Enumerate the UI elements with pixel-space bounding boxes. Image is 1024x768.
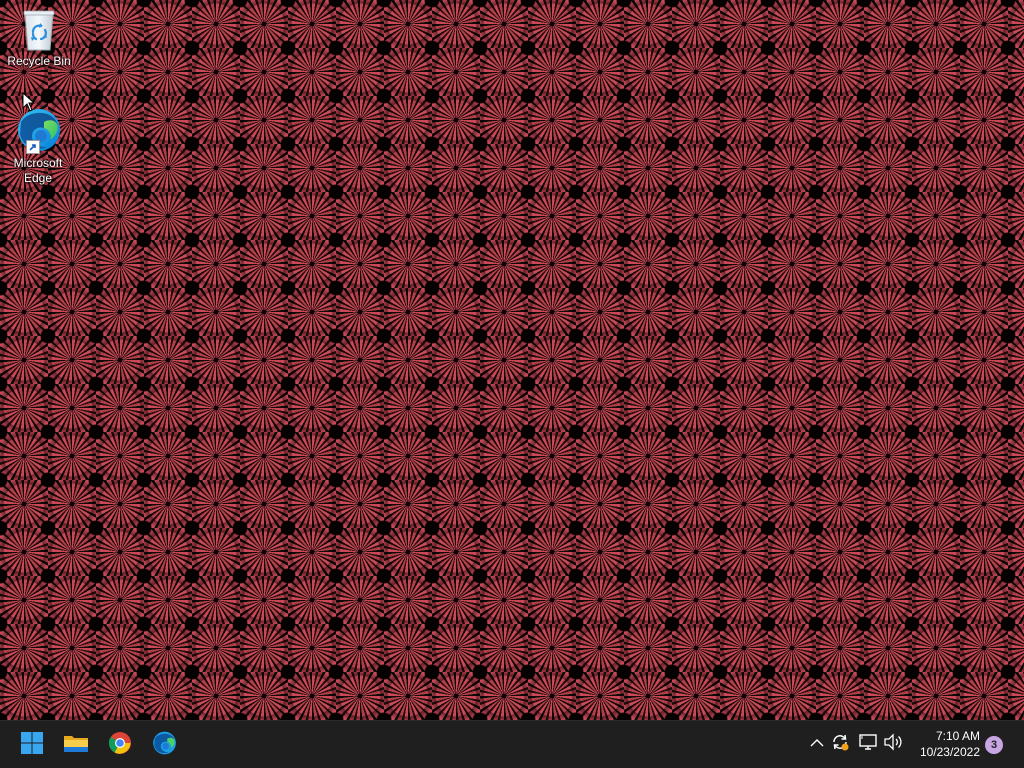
tray-volume-button[interactable] bbox=[882, 732, 904, 756]
desktop-icon-label: Recycle Bin bbox=[7, 54, 71, 68]
chrome-icon bbox=[108, 731, 132, 760]
taskbar: 7:10 AM 10/23/2022 3 bbox=[0, 720, 1024, 768]
sync-icon bbox=[830, 732, 850, 757]
notification-badge[interactable]: 3 bbox=[985, 736, 1003, 754]
tray-network-button[interactable] bbox=[857, 733, 879, 755]
windows-start-icon bbox=[20, 731, 44, 760]
clock-date: 10/23/2022 bbox=[919, 745, 980, 759]
recycle-bin-icon bbox=[19, 8, 59, 52]
shortcut-arrow-icon bbox=[26, 140, 40, 154]
clock[interactable]: 7:10 AM 10/23/2022 bbox=[920, 728, 980, 760]
edge-icon bbox=[151, 730, 177, 761]
desktop-icon-recycle-bin[interactable]: Recycle Bin bbox=[1, 8, 77, 69]
taskbar-file-explorer-button[interactable] bbox=[56, 726, 96, 764]
desktop-wallpaper: Recycle Bin Microsoft Edge bbox=[0, 0, 1024, 720]
network-icon bbox=[858, 733, 878, 756]
taskbar-chrome-button[interactable] bbox=[100, 726, 140, 764]
chevron-up-icon bbox=[810, 735, 824, 753]
mouse-cursor-icon bbox=[22, 91, 36, 117]
taskbar-edge-button[interactable] bbox=[144, 726, 184, 764]
folder-icon bbox=[63, 732, 89, 759]
desktop-icon-label: Microsoft Edge bbox=[13, 156, 63, 185]
start-button[interactable] bbox=[12, 726, 52, 764]
clock-time: 7:10 AM bbox=[935, 729, 980, 743]
volume-icon bbox=[883, 732, 903, 756]
tray-sync-button[interactable] bbox=[829, 733, 851, 755]
show-hidden-icons-button[interactable] bbox=[806, 733, 828, 755]
desktop-icon-microsoft-edge[interactable]: Microsoft Edge bbox=[0, 106, 76, 186]
